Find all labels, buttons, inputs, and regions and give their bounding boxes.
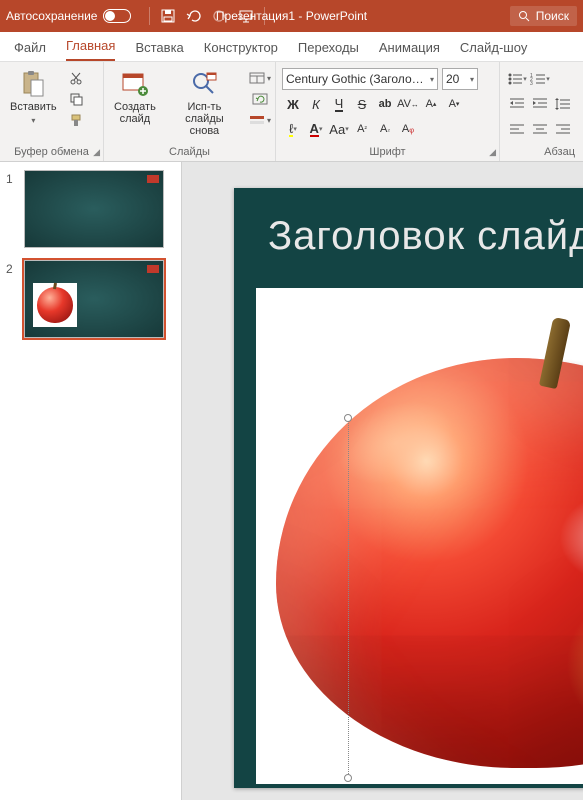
paste-icon [19,70,47,98]
format-painter-icon[interactable] [67,112,85,128]
section-icon[interactable]: ▾ [249,112,271,128]
italic-button[interactable]: К [305,93,327,115]
autosave-label: Автосохранение [6,9,97,23]
new-slide-button[interactable]: Создать слайд [108,66,162,129]
change-case-button[interactable]: Aa▾ [328,118,350,140]
search-box[interactable]: Поиск [510,6,577,26]
slide-editor[interactable]: Заголовок слайда [182,162,583,800]
chevron-down-icon: ▾ [470,75,474,84]
ribbon-tabs: Файл Главная Вставка Конструктор Переход… [0,32,583,62]
font-color-button[interactable]: A▾ [305,118,327,140]
clear-formatting-button[interactable]: Aᵩ [397,118,419,140]
tab-insert[interactable]: Вставка [135,40,183,61]
slide-thumbnail-panel: 1 2 [0,162,182,800]
bullets-button[interactable]: ▾ [506,68,528,90]
selection-handle[interactable] [344,774,352,782]
font-size-select[interactable]: 20 ▾ [442,68,478,90]
align-right-button[interactable] [552,118,574,140]
font-name-value: Century Gothic (Заголовки) [286,72,430,86]
separator [149,7,150,25]
tab-slideshow[interactable]: Слайд-шоу [460,40,527,61]
shrink-font-button[interactable]: A▾ [443,93,465,115]
text-shadow-button[interactable]: ab [374,93,396,115]
group-clipboard: Вставить ▾ Буфер обмена ◢ [0,62,104,161]
tab-animations[interactable]: Анимация [379,40,440,61]
chevron-down-icon: ▾ [31,116,35,125]
line-spacing-button[interactable] [552,93,574,115]
titlebar: Автосохранение Презентация1 - PowerPoint… [0,0,583,32]
superscript-button[interactable]: A² [351,118,373,140]
thumbnail-row: 2 [6,260,175,338]
slide-layout-icon[interactable]: ▾ [249,70,271,86]
document-title: Презентация1 - PowerPoint [216,9,367,23]
font-name-select[interactable]: Century Gothic (Заголовки) ▾ [282,68,438,90]
reuse-slides-label: Исп-ть слайды снова [172,101,237,137]
subscript-button[interactable]: A₂ [374,118,396,140]
new-slide-icon [121,70,149,98]
autosave-toggle[interactable]: Автосохранение [6,9,131,23]
tab-design[interactable]: Конструктор [204,40,278,61]
numbering-button[interactable]: 123▾ [529,68,551,90]
selection-handle[interactable] [344,414,352,422]
apple-illustration [266,298,583,774]
tab-home[interactable]: Главная [66,38,115,61]
thumbnail-number: 1 [6,170,16,248]
group-slides-label: Слайды [108,144,271,161]
dialog-launcher-icon[interactable]: ◢ [93,147,100,158]
reset-slide-icon[interactable] [249,91,271,107]
dialog-launcher-icon[interactable]: ◢ [489,147,496,158]
paste-label: Вставить [10,101,57,113]
highlight-button[interactable]: ℓ▾ [282,118,304,140]
reuse-slides-button[interactable]: Исп-ть слайды снова [166,66,243,141]
group-font: Century Gothic (Заголовки) ▾ 20 ▾ Ж К Ч … [276,62,500,161]
group-paragraph-label: Абзац [504,144,579,161]
char-spacing-button[interactable]: AV↔ [397,93,419,115]
search-icon [518,10,530,22]
group-clipboard-label: Буфер обмена [4,144,99,161]
group-font-label: Шрифт [280,144,495,161]
group-paragraph: ▾ 123▾ Абзац [500,62,583,161]
increase-indent-button[interactable] [529,93,551,115]
copy-icon[interactable] [67,91,85,107]
svg-text:3: 3 [530,81,533,86]
paste-button[interactable]: Вставить ▾ [4,66,63,129]
reuse-slides-icon [190,70,218,98]
grow-font-button[interactable]: A▴ [420,93,442,115]
slide-marker-icon [147,175,159,183]
chevron-down-icon: ▾ [430,75,434,84]
thumbnail-row: 1 [6,170,175,248]
tab-transitions[interactable]: Переходы [298,40,359,61]
strike-button[interactable]: S [351,93,373,115]
slide-thumbnail-2[interactable] [24,260,164,338]
search-label: Поиск [536,9,569,23]
slide-title-text[interactable]: Заголовок слайда [268,214,583,259]
align-center-button[interactable] [529,118,551,140]
ribbon: Вставить ▾ Буфер обмена ◢ [0,62,583,162]
underline-button[interactable]: Ч [328,93,350,115]
cut-icon[interactable] [67,70,85,86]
save-icon[interactable] [160,8,176,24]
tab-file[interactable]: Файл [14,40,46,61]
thumbnail-image [33,283,77,327]
slide-marker-icon [147,265,159,273]
toggle-switch-icon [103,9,131,23]
align-left-button[interactable] [506,118,528,140]
bold-button[interactable]: Ж [282,93,304,115]
selection-guide [348,418,349,778]
slide-image[interactable] [256,288,583,784]
thumbnail-number: 2 [6,260,16,338]
font-size-value: 20 [446,72,459,86]
new-slide-label: Создать слайд [114,101,156,125]
slide-thumbnail-1[interactable] [24,170,164,248]
undo-icon[interactable] [186,8,202,24]
workspace: 1 2 Заголовок слайда [0,162,583,800]
slide-canvas[interactable]: Заголовок слайда [234,188,583,788]
decrease-indent-button[interactable] [506,93,528,115]
group-slides: Создать слайд Исп-ть слайды снова ▾ ▾ [104,62,276,161]
